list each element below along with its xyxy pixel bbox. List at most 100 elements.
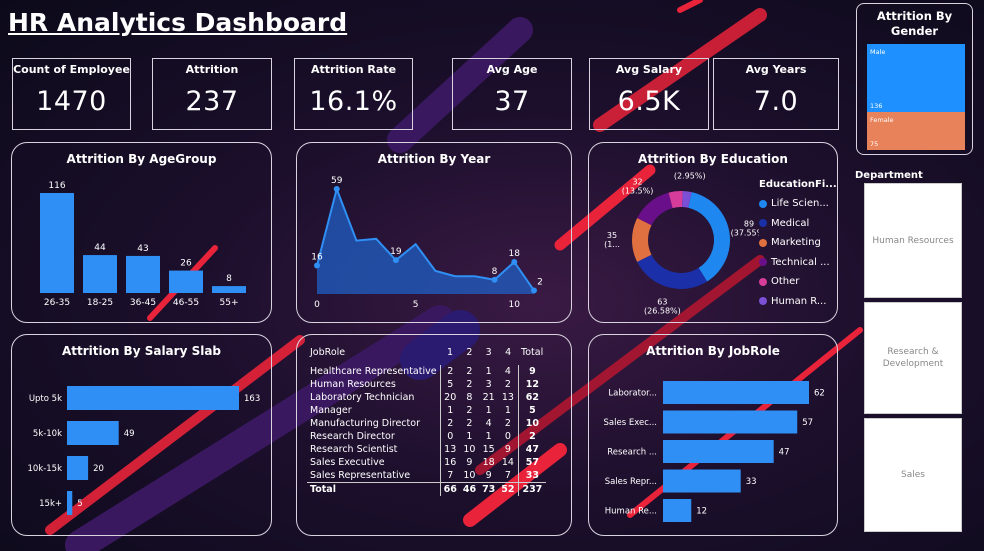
salary-slab-chart: Upto 5k 163 5k-10k 49 10k-15k 20 15k+ 5 bbox=[27, 386, 260, 515]
legend-item[interactable]: Human R... bbox=[759, 292, 837, 312]
data-point[interactable] bbox=[314, 262, 320, 269]
table-cell: 52 bbox=[498, 482, 519, 496]
table-cell: 2 bbox=[504, 379, 511, 390]
legend-item[interactable]: Medical bbox=[759, 214, 837, 234]
kpi-label: Avg Age bbox=[486, 63, 538, 76]
column-header[interactable]: 4 bbox=[498, 346, 518, 365]
table-row: Sales Representative 7 10 9 7 33 bbox=[307, 469, 547, 483]
gender-label: Male bbox=[870, 48, 886, 56]
tick-label: 55+ bbox=[220, 298, 239, 308]
gender-bar-female[interactable]: Female 75 bbox=[867, 112, 965, 150]
table-cell: 9 bbox=[517, 365, 547, 378]
legend-swatch bbox=[759, 258, 767, 267]
table-cell: 1 bbox=[485, 431, 492, 442]
table-cell: 2 bbox=[447, 418, 454, 429]
data-label: 57 bbox=[802, 418, 813, 428]
data-label: 47 bbox=[779, 448, 790, 458]
column-header[interactable]: Total bbox=[518, 346, 546, 365]
bar-Laborator...[interactable] bbox=[663, 381, 809, 404]
tick-label: 5k-10k bbox=[33, 429, 62, 439]
bar-Sales Repr...[interactable] bbox=[663, 469, 741, 493]
column-header[interactable]: JobRole bbox=[307, 346, 440, 365]
kpi-value: 1470 bbox=[36, 86, 107, 117]
department-option-sales[interactable]: Sales bbox=[864, 418, 962, 532]
data-label: 163 bbox=[244, 394, 260, 404]
bar-Upto 5k[interactable] bbox=[67, 386, 239, 410]
jobrole-matrix-panel: JobRole 1 2 3 4 Total Healthcare Representativ… bbox=[296, 334, 572, 536]
bar-46-55[interactable] bbox=[169, 270, 203, 293]
table-cell: 2 bbox=[466, 366, 473, 377]
table-cell: 1 bbox=[504, 405, 511, 416]
table-cell: Sales Executive bbox=[307, 456, 441, 469]
data-point[interactable] bbox=[333, 186, 340, 192]
table-cell: 237 bbox=[517, 482, 547, 496]
legend-swatch bbox=[759, 277, 767, 286]
table-cell: 8 bbox=[466, 392, 473, 403]
education-legend: EducationFi... Life Scien... Medical Marke… bbox=[759, 179, 837, 311]
table-cell: 66 bbox=[440, 482, 460, 496]
table-cell: 1 bbox=[466, 431, 473, 442]
bar-Sales Exec...[interactable] bbox=[663, 410, 798, 434]
data-label: 49 bbox=[124, 429, 135, 439]
jobrole-matrix-table: JobRole 1 2 3 4 Total Healthcare Representativ… bbox=[307, 346, 547, 496]
kpi-card-attrition-rate: Attrition Rate 16.1% bbox=[294, 58, 413, 130]
legend-item[interactable]: Other bbox=[759, 272, 837, 292]
data-label: 7(2.95%) bbox=[674, 172, 706, 181]
table-cell: Manager bbox=[307, 404, 441, 417]
legend-label: Human R... bbox=[771, 295, 827, 307]
table-cell: Research Director bbox=[307, 430, 441, 443]
data-point[interactable] bbox=[531, 287, 537, 294]
slice-Life Scien...[interactable] bbox=[688, 192, 730, 282]
bar-Human Re...[interactable] bbox=[663, 499, 692, 522]
gender-value: 136 bbox=[870, 102, 883, 110]
slice-Marketing[interactable] bbox=[632, 218, 652, 262]
column-header[interactable]: 2 bbox=[460, 346, 479, 365]
legend-label: Life Scien... bbox=[771, 198, 829, 210]
bar-10k-15k[interactable] bbox=[67, 456, 89, 480]
table-row: Research Scientist 13 10 15 9 47 bbox=[307, 443, 547, 456]
bar-5k-10k[interactable] bbox=[67, 421, 119, 445]
bar-55+[interactable] bbox=[212, 286, 246, 293]
data-label: 19 bbox=[390, 247, 402, 257]
department-option-research-development[interactable]: Research & Development bbox=[864, 302, 962, 414]
data-label: 44 bbox=[94, 243, 106, 253]
legend-item[interactable]: Life Scien... bbox=[759, 194, 837, 214]
column-header[interactable]: 3 bbox=[479, 346, 498, 365]
table-cell: Manufacturing Director bbox=[307, 417, 441, 430]
table-cell: 73 bbox=[479, 482, 499, 496]
bar-26-35[interactable] bbox=[40, 193, 74, 293]
tick-label: 18-25 bbox=[87, 298, 113, 308]
data-point[interactable] bbox=[491, 276, 498, 283]
legend-item[interactable]: Marketing bbox=[759, 233, 837, 253]
salary-title: Attrition By Salary Slab bbox=[61, 344, 222, 358]
bar-18-25[interactable] bbox=[83, 255, 117, 293]
tick-label: 10k-15k bbox=[27, 464, 62, 474]
table-cell: 1 bbox=[447, 405, 454, 416]
column-header[interactable]: 1 bbox=[440, 346, 460, 365]
tick-label: 15k+ bbox=[39, 499, 62, 509]
slice-Technical ...[interactable] bbox=[637, 192, 673, 226]
table-cell: Research Scientist bbox=[307, 443, 441, 456]
legend-item[interactable]: Technical ... bbox=[759, 253, 837, 273]
gender-bar-male[interactable]: Male 136 bbox=[867, 44, 965, 112]
legend-label: Other bbox=[771, 276, 800, 288]
data-point[interactable] bbox=[392, 257, 399, 264]
department-option-human-resources[interactable]: Human Resources bbox=[864, 183, 962, 298]
kpi-label: Avg Years bbox=[745, 63, 807, 76]
table-cell: 57 bbox=[517, 456, 547, 469]
bar-36-45[interactable] bbox=[126, 255, 160, 293]
data-point[interactable] bbox=[511, 258, 518, 265]
bar-15k+[interactable] bbox=[67, 491, 73, 515]
data-label: 18 bbox=[509, 249, 521, 259]
table-cell: 5 bbox=[447, 379, 454, 390]
education-panel: Attrition By Education 89(37.55%) 63(26.5… bbox=[588, 142, 838, 323]
data-label: 8 bbox=[226, 274, 232, 284]
bar-Research ...[interactable] bbox=[663, 440, 774, 463]
table-row: Laboratory Technician 20 8 21 13 62 bbox=[307, 391, 547, 404]
area-fill bbox=[317, 189, 534, 294]
table-cell: 15 bbox=[482, 444, 495, 455]
kpi-value: 7.0 bbox=[753, 86, 799, 117]
data-label: 32 (13.5%) bbox=[622, 177, 654, 195]
slice-Medical[interactable] bbox=[637, 254, 708, 289]
table-cell: Sales Representative bbox=[307, 469, 441, 483]
